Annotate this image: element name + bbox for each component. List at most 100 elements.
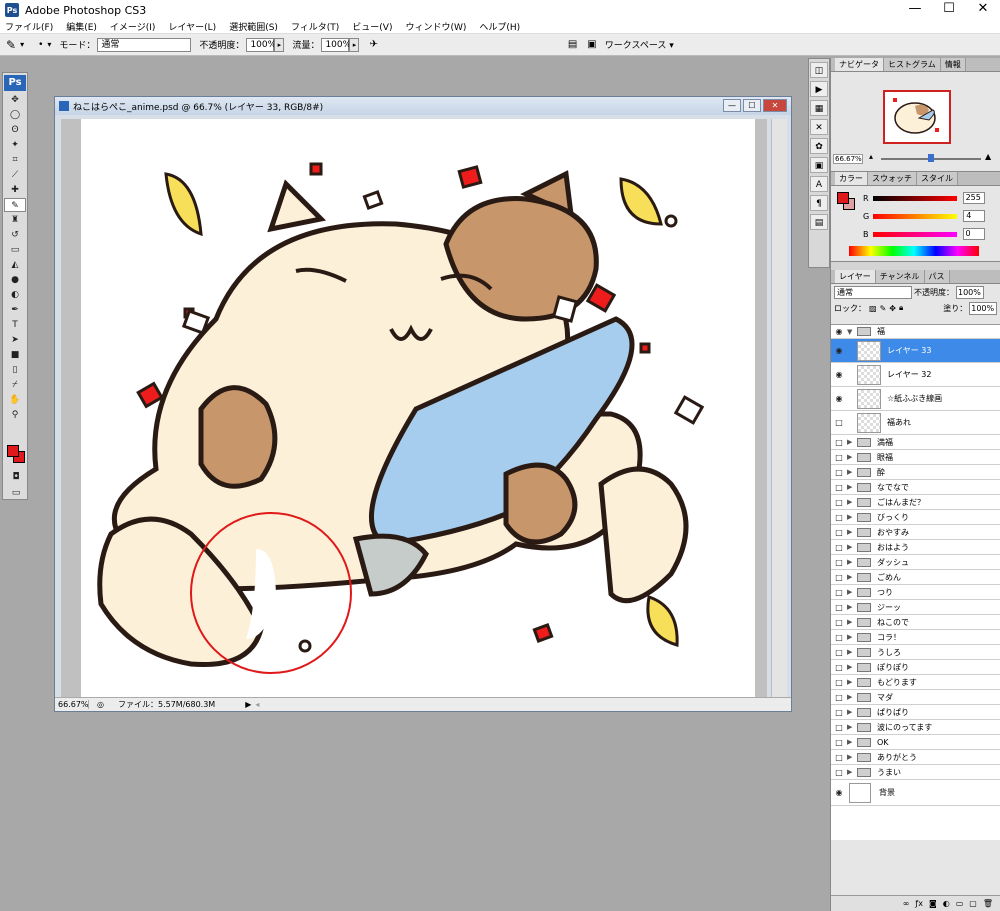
- airbrush-icon[interactable]: ✈: [369, 39, 377, 50]
- layer-row-group[interactable]: □ ▶ 酔: [831, 465, 1000, 480]
- layer-row-group[interactable]: □ ▶ うまい: [831, 765, 1000, 780]
- expand-icon[interactable]: ▶: [847, 768, 857, 776]
- expand-icon[interactable]: ▶: [847, 738, 857, 746]
- maximize-button[interactable]: ☐: [932, 0, 966, 20]
- marquee-tool-icon[interactable]: ◯: [4, 108, 26, 122]
- expand-icon[interactable]: ▶: [847, 648, 857, 656]
- visibility-empty-icon[interactable]: □: [831, 498, 847, 507]
- actions-dock-icon[interactable]: ▶: [810, 81, 828, 97]
- expand-icon[interactable]: ▶: [847, 558, 857, 566]
- menu-select[interactable]: 選択範囲(S): [229, 20, 278, 33]
- expand-icon[interactable]: ▶: [847, 483, 857, 491]
- visibility-empty-icon[interactable]: □: [831, 603, 847, 612]
- lasso-tool-icon[interactable]: ʘ: [4, 123, 26, 137]
- expand-icon[interactable]: ▶: [847, 753, 857, 761]
- shape-tool-icon[interactable]: ■: [4, 348, 26, 362]
- flow-input[interactable]: 100%: [321, 37, 351, 52]
- blend-mode-select[interactable]: 通常: [834, 285, 912, 299]
- quick-mask-icon[interactable]: ◘: [5, 470, 27, 484]
- character-dock-icon[interactable]: A: [810, 176, 828, 192]
- mode-select[interactable]: 通常: [97, 37, 192, 52]
- blur-tool-icon[interactable]: ●: [4, 273, 26, 287]
- move-tool-icon[interactable]: ✥: [4, 93, 26, 107]
- link-layers-icon[interactable]: ∞: [903, 899, 910, 908]
- menu-image[interactable]: イメージ(I): [110, 20, 156, 33]
- tab-navigator[interactable]: ナビゲータ: [835, 58, 884, 71]
- layer-row-group[interactable]: □ ▶ もどります: [831, 675, 1000, 690]
- visibility-empty-icon[interactable]: □: [831, 753, 847, 762]
- tab-styles[interactable]: スタイル: [917, 172, 958, 185]
- layer-row-group[interactable]: □ ▶ 眼福: [831, 450, 1000, 465]
- visibility-empty-icon[interactable]: □: [831, 768, 847, 777]
- layer-row-group[interactable]: □ ▶ ぱりぱり: [831, 705, 1000, 720]
- magic-wand-tool-icon[interactable]: ✦: [4, 138, 26, 152]
- opacity-slider-button[interactable]: ▸: [274, 37, 285, 52]
- visibility-empty-icon[interactable]: □: [831, 468, 847, 477]
- history-dock-icon[interactable]: ▦: [810, 100, 828, 116]
- blue-slider[interactable]: [872, 231, 957, 237]
- expand-icon[interactable]: ▶: [847, 438, 857, 446]
- menu-edit[interactable]: 編集(E): [66, 20, 97, 33]
- menu-help[interactable]: ヘルプ(H): [479, 20, 520, 33]
- visibility-empty-icon[interactable]: □: [831, 633, 847, 642]
- visibility-empty-icon[interactable]: □: [831, 723, 847, 732]
- pen-tool-icon[interactable]: ✒: [4, 303, 26, 317]
- expand-icon[interactable]: ▶: [847, 633, 857, 641]
- visibility-empty-icon[interactable]: □: [831, 558, 847, 567]
- visibility-eye-icon[interactable]: ◉: [831, 370, 847, 379]
- layer-row-group[interactable]: □ ▶ おやすみ: [831, 525, 1000, 540]
- layer-row-group[interactable]: □ ▶ 波にのってます: [831, 720, 1000, 735]
- workspace-menu[interactable]: ワークスペース ▾: [605, 38, 674, 51]
- visibility-empty-icon[interactable]: □: [831, 588, 847, 597]
- expand-icon[interactable]: ▶: [847, 693, 857, 701]
- layer-row-group[interactable]: □ ▶ ごめん: [831, 570, 1000, 585]
- doc-close-button[interactable]: ✕: [763, 99, 787, 112]
- tool-presets-dock-icon[interactable]: ✕: [810, 119, 828, 135]
- expand-icon[interactable]: ▶: [847, 573, 857, 581]
- expand-icon[interactable]: ▶: [847, 678, 857, 686]
- red-input[interactable]: 255: [962, 192, 985, 204]
- brush-tool-icon[interactable]: ✎: [6, 38, 16, 52]
- red-slider[interactable]: [872, 195, 957, 201]
- hand-tool-icon[interactable]: ✋: [4, 393, 26, 407]
- visibility-eye-icon[interactable]: ◉: [831, 788, 847, 797]
- visibility-empty-icon[interactable]: □: [831, 708, 847, 717]
- navigator-thumbnail[interactable]: [883, 90, 951, 144]
- brush-size-icon[interactable]: •: [38, 40, 43, 50]
- foreground-color-swatch[interactable]: [7, 445, 19, 457]
- tool-preset-dropdown-icon[interactable]: ▾: [20, 40, 24, 49]
- brush-tool-icon[interactable]: ✎: [4, 198, 26, 212]
- expand-icon[interactable]: ▶: [847, 468, 857, 476]
- healing-brush-tool-icon[interactable]: ✚: [4, 183, 26, 197]
- eraser-tool-icon[interactable]: ▭: [4, 243, 26, 257]
- layer-row-group[interactable]: □ ▶ おはよう: [831, 540, 1000, 555]
- document-vertical-scrollbar[interactable]: [771, 119, 787, 697]
- expand-icon[interactable]: ▶: [847, 663, 857, 671]
- green-input[interactable]: 4: [963, 210, 986, 222]
- layer-row[interactable]: □ 福あれ: [831, 411, 1000, 435]
- dodge-tool-icon[interactable]: ◐: [4, 288, 26, 302]
- tab-color[interactable]: カラー: [835, 172, 868, 185]
- tab-histogram[interactable]: ヒストグラム: [884, 58, 941, 71]
- slice-tool-icon[interactable]: ⟋: [4, 168, 26, 182]
- tab-layers[interactable]: レイヤー: [835, 270, 876, 283]
- status-menu-icon[interactable]: ◎: [97, 700, 104, 709]
- tab-channels[interactable]: チャンネル: [875, 270, 925, 283]
- lock-position-icon[interactable]: ✥: [889, 304, 896, 313]
- flow-slider-button[interactable]: ▸: [349, 37, 360, 52]
- new-group-icon[interactable]: ▭: [956, 899, 964, 908]
- visibility-empty-icon[interactable]: □: [831, 648, 847, 657]
- navigator-zoom-input[interactable]: 66.67%: [833, 154, 863, 164]
- layer-row-group[interactable]: □ ▶ つり: [831, 585, 1000, 600]
- lock-image-icon[interactable]: ✎: [880, 304, 887, 313]
- visibility-eye-icon[interactable]: ◉: [831, 394, 847, 403]
- brushes-dock-icon[interactable]: ✿: [810, 138, 828, 154]
- doc-minimize-button[interactable]: —: [723, 99, 741, 112]
- layer-row-group[interactable]: □ ▶ ごはんまだ？: [831, 495, 1000, 510]
- layer-row-selected[interactable]: ◉ レイヤー 33: [831, 339, 1000, 363]
- visibility-empty-icon[interactable]: □: [831, 678, 847, 687]
- menu-view[interactable]: ビュー(V): [352, 20, 392, 33]
- path-selection-tool-icon[interactable]: ➤: [4, 333, 26, 347]
- layer-mask-icon[interactable]: ◙: [929, 899, 937, 908]
- paint-bucket-tool-icon[interactable]: ◭: [4, 258, 26, 272]
